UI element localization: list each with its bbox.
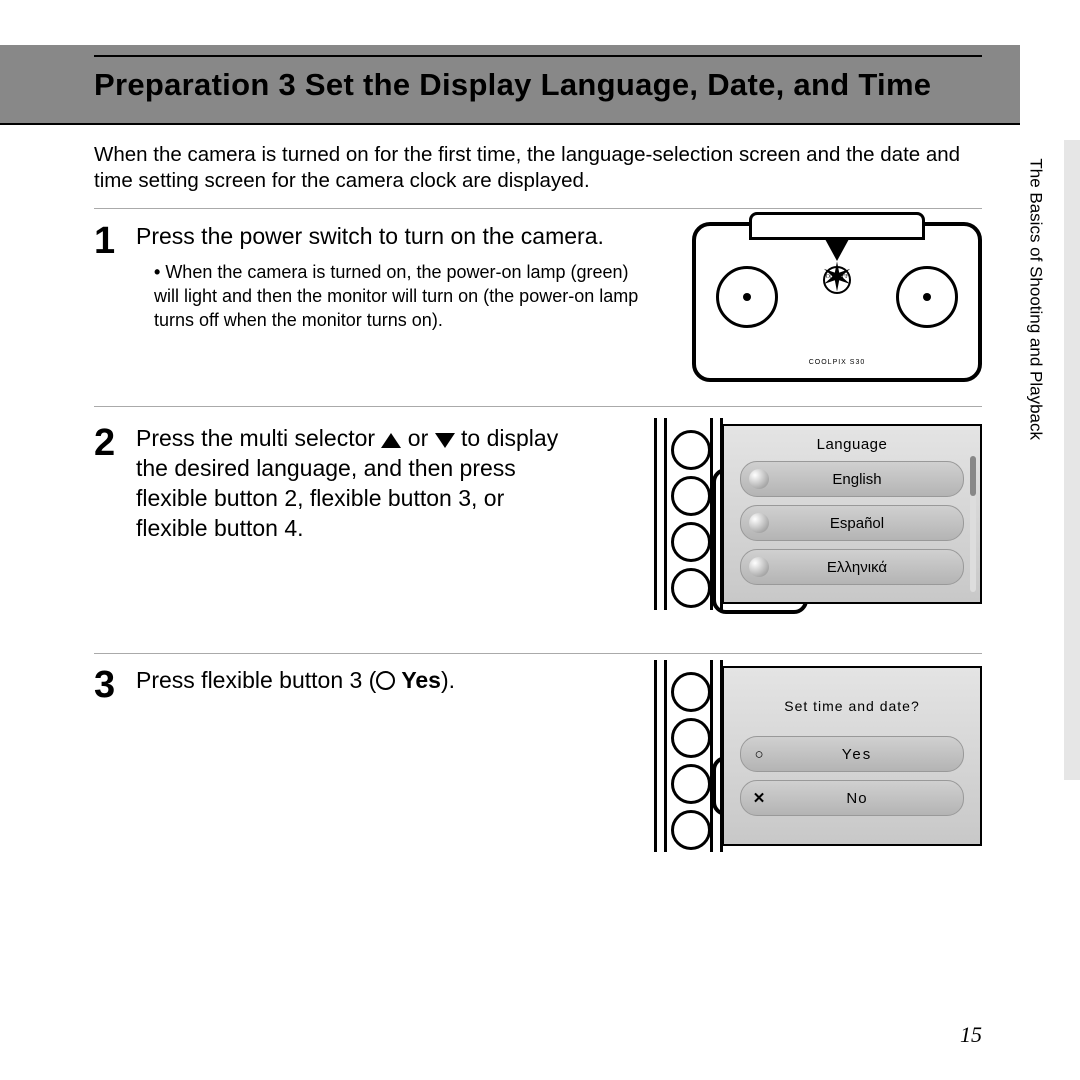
camera-lcd: Language English Español Ελληνικά	[722, 424, 982, 604]
bar	[654, 418, 667, 610]
manual-page: Preparation 3 Set the Display Language, …	[0, 0, 1080, 1080]
button-column	[654, 424, 720, 604]
up-arrow-icon	[381, 433, 401, 448]
text: or	[401, 425, 434, 451]
text: ).	[441, 667, 455, 693]
screen-title: Language	[724, 436, 980, 453]
title-bar-rule	[0, 123, 1020, 125]
language-option: Ελληνικά	[740, 549, 964, 585]
camera-model: COOLPIX S30	[809, 359, 866, 366]
circle-icon	[376, 671, 395, 690]
flex-button-icon	[671, 568, 711, 608]
lens-icon	[896, 266, 958, 328]
camera-body: ✶ ON/ OFF COOLPIX S30	[704, 240, 970, 370]
power-label: ON/ OFF	[826, 274, 849, 280]
flex-button-icon	[671, 718, 711, 758]
option-label: Yes	[751, 746, 963, 763]
option-label: Español	[751, 515, 963, 532]
option-label: No	[751, 790, 963, 807]
language-option: Español	[740, 505, 964, 541]
step-instruction: Press the power switch to turn on the ca…	[136, 222, 656, 252]
divider	[94, 406, 982, 407]
power-button-icon: ON/ OFF	[823, 266, 851, 294]
flex-button-icon	[671, 522, 711, 562]
step-number: 2	[94, 424, 134, 462]
language-screen-illustration: Language English Español Ελληνικά	[722, 424, 982, 604]
time-screen-illustration: Set time and date? ○Yes ✕No	[722, 666, 982, 846]
camera-top	[749, 212, 925, 240]
step-note: When the camera is turned on, the power-…	[154, 260, 654, 333]
divider	[94, 653, 982, 654]
section-label: The Basics of Shooting and Playback	[1026, 158, 1046, 440]
camera-illustration: ✶ ON/ OFF COOLPIX S30	[692, 222, 982, 382]
flex-button-icon	[671, 764, 711, 804]
flex-button-icon	[671, 476, 711, 516]
step-number: 1	[94, 222, 134, 260]
button-column	[654, 666, 720, 846]
flex-button-icon	[671, 810, 711, 850]
step-number: 3	[94, 666, 134, 704]
yes-label: Yes	[395, 667, 441, 693]
screen-prompt: Set time and date?	[724, 698, 980, 714]
down-arrow-icon	[825, 239, 849, 261]
down-arrow-icon	[435, 433, 455, 448]
step-instruction: Press flexible button 3 ( Yes).	[136, 666, 566, 696]
language-option: English	[740, 461, 964, 497]
divider	[94, 208, 982, 209]
page-number: 15	[960, 1022, 982, 1048]
section-tab	[1064, 140, 1080, 780]
no-option: ✕No	[740, 780, 964, 816]
step-instruction: Press the multi selector or to display t…	[136, 424, 566, 544]
option-label: Ελληνικά	[751, 559, 963, 576]
page-title: Preparation 3 Set the Display Language, …	[94, 55, 982, 103]
flex-button-icon	[671, 430, 711, 470]
intro-paragraph: When the camera is turned on for the fir…	[94, 142, 970, 194]
lens-icon	[716, 266, 778, 328]
yes-option: ○Yes	[740, 736, 964, 772]
bar	[654, 660, 667, 852]
flex-button-icon	[671, 672, 711, 712]
text: Press the multi selector	[136, 425, 381, 451]
option-label: English	[751, 471, 963, 488]
title-text: Preparation 3 Set the Display Language, …	[94, 67, 931, 102]
scrollbar-icon	[970, 456, 976, 592]
camera-lcd: Set time and date? ○Yes ✕No	[722, 666, 982, 846]
text: Press flexible button 3 (	[136, 667, 376, 693]
